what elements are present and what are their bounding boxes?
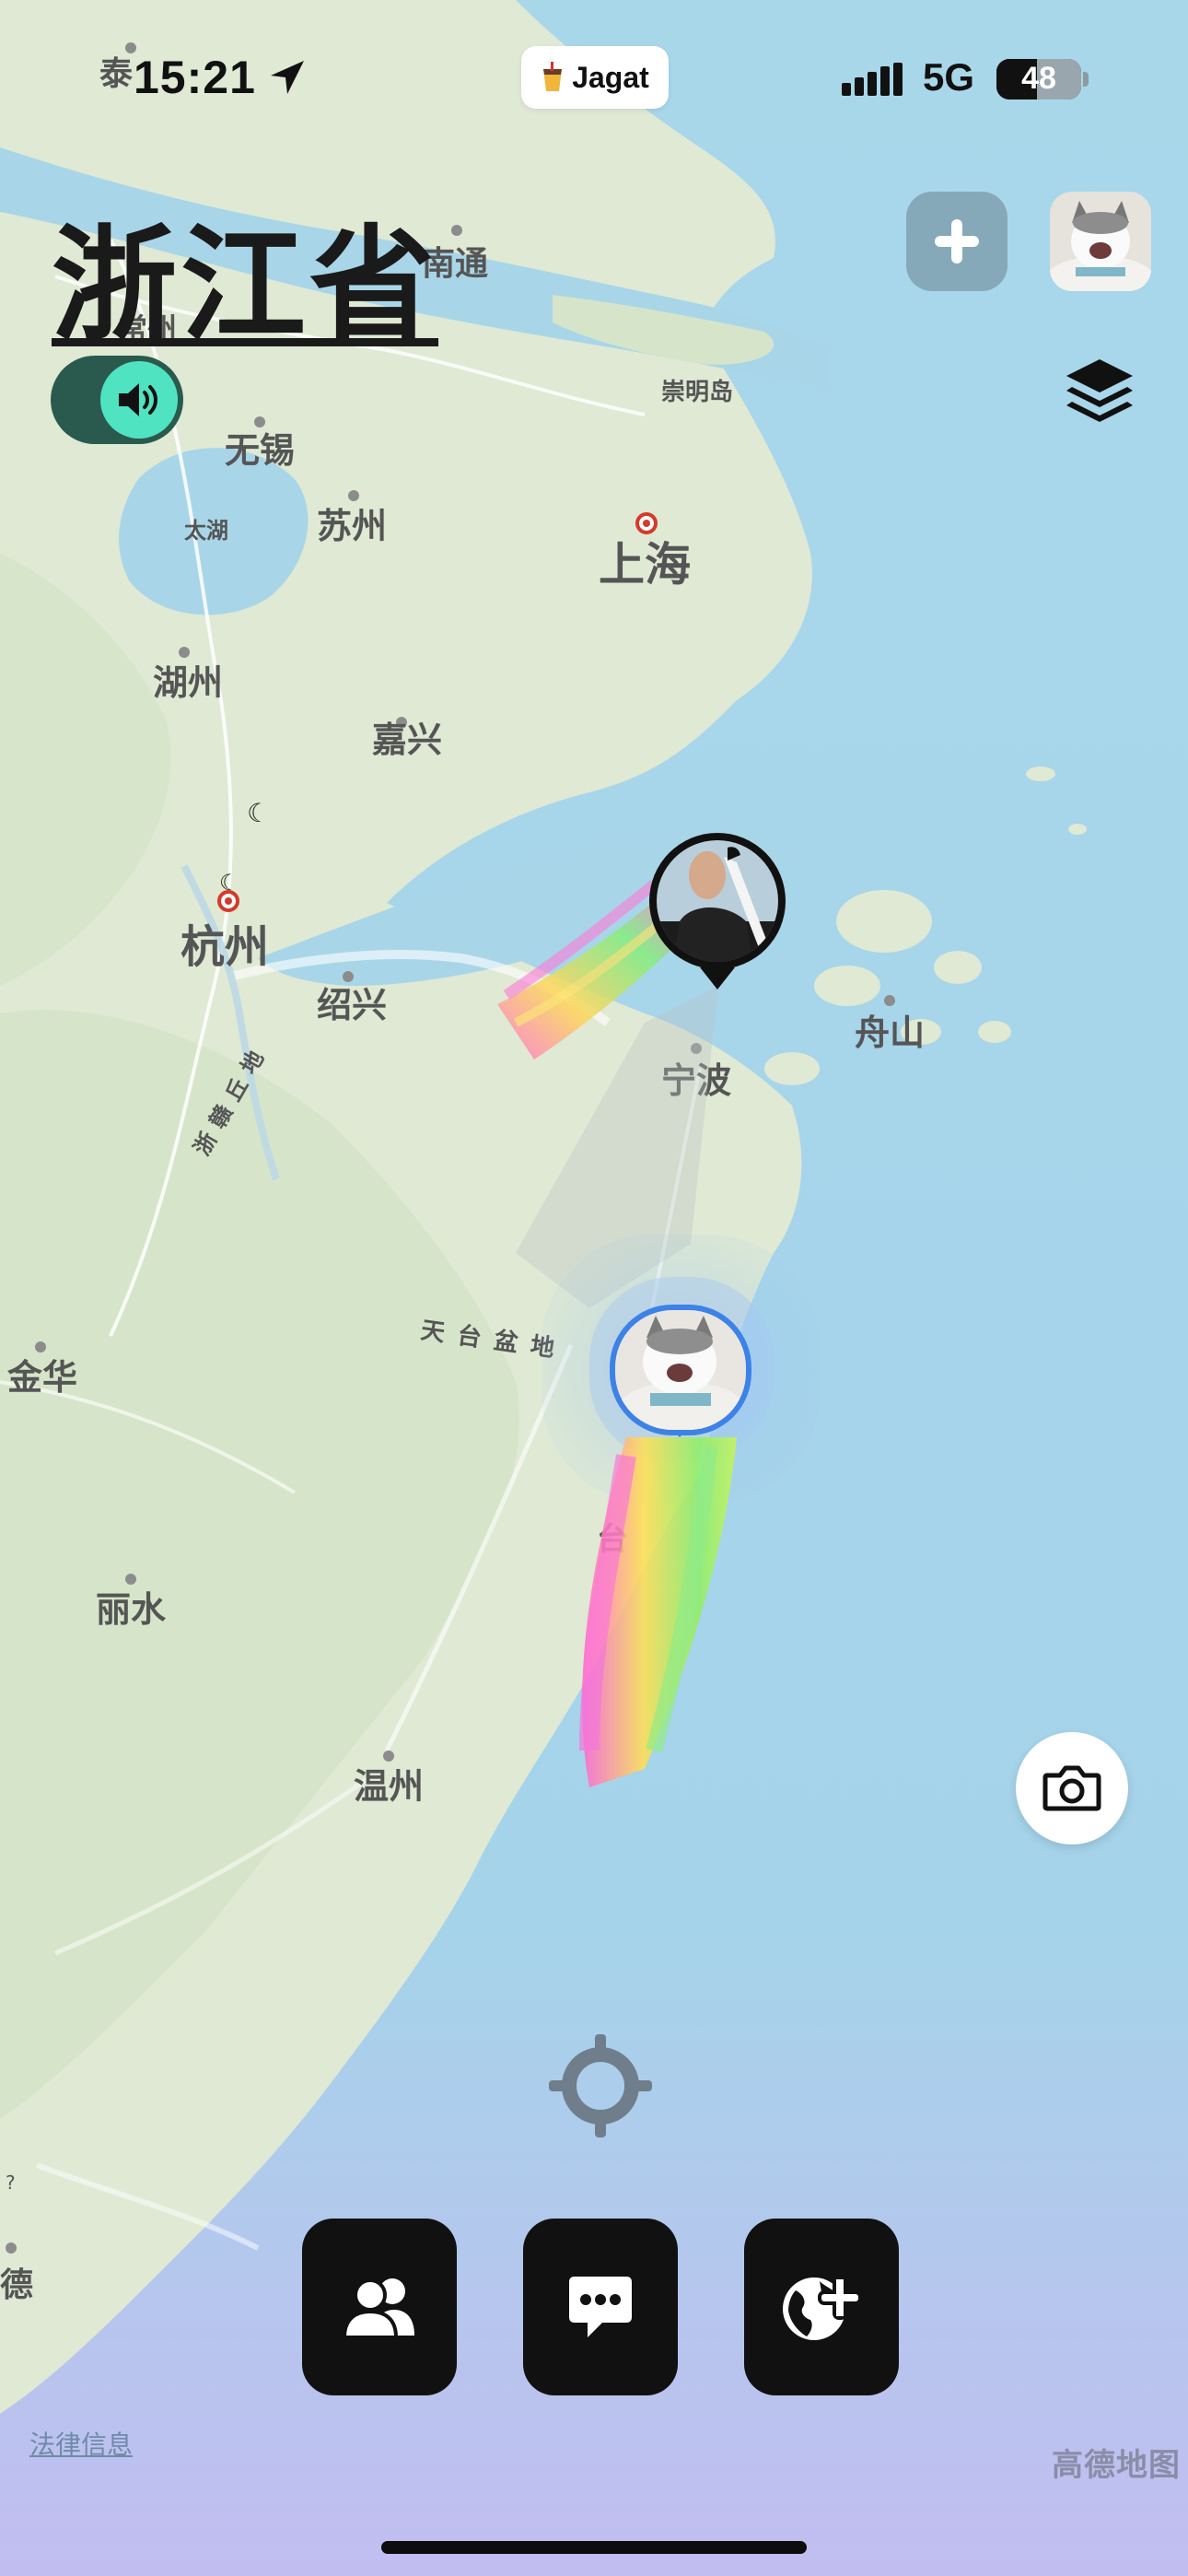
region-title: 浙江省 [52,214,438,359]
map-label-jiaxing: 嘉兴 [372,720,442,760]
self-marker[interactable] [610,1305,751,1437]
battery-level: 48 [1021,61,1056,96]
battery-tip [1083,72,1089,87]
cat-avatar-image [1050,192,1151,291]
camera-icon [1042,1765,1101,1811]
add-button[interactable] [906,192,1007,291]
map-attribution: 高德地图 [1052,2448,1181,2483]
layers-icon[interactable] [1063,354,1136,427]
app-name: Jagat [572,60,649,94]
network-type: 5G [923,55,975,99]
globe-plus-icon [783,2276,862,2340]
profile-avatar[interactable] [1050,192,1151,291]
signal-icon [842,63,903,96]
map-label-chongming: 崇明岛 [661,378,733,406]
map-label-question: ? [6,2172,16,2194]
map-label-taizhou-north: 泰 [99,55,134,93]
sound-toggle-knob [100,361,178,439]
camera-button[interactable] [1016,1732,1128,1844]
map-label-taihu: 太湖 [184,518,228,544]
location-arrow-icon [271,61,304,94]
map-label-wuxi: 无锡 [225,430,295,471]
map-label-shaoxing: 绍兴 [317,985,387,1025]
map-label-zhoushan: 舟山 [855,1013,925,1053]
map-label-hangzhou: 杭州 [181,921,269,973]
status-time: 15:21 [134,52,256,103]
moon-icon: ☾ [247,798,270,828]
home-indicator[interactable] [381,2541,807,2554]
map-label-de-partial: 德 [0,2266,33,2304]
chat-button[interactable] [523,2219,678,2395]
drink-cup-icon [543,62,563,91]
map-label-wenzhou: 温州 [354,1766,424,1807]
crosshair-icon[interactable] [549,2034,652,2137]
map-label-jinhua: 金华 [6,1357,77,1398]
people-icon [342,2278,414,2339]
chat-bubble-icon [569,2277,632,2337]
plus-icon [935,219,979,263]
speaker-icon [119,383,157,416]
battery-indicator: 48 [996,59,1081,100]
app-pill[interactable]: Jagat [521,46,669,109]
moon-icon: ☾ [219,870,239,896]
globe-add-button[interactable] [744,2219,899,2395]
map-label-shanghai: 上海 [599,538,691,591]
sound-toggle[interactable] [51,356,183,444]
map-label-huzhou: 湖州 [153,662,223,703]
map-label-lishui: 丽水 [96,1589,167,1630]
friends-button[interactable] [302,2219,457,2395]
legal-info-link[interactable]: 法律信息 [29,2425,133,2462]
map-label-suzhou: 苏州 [317,506,387,546]
